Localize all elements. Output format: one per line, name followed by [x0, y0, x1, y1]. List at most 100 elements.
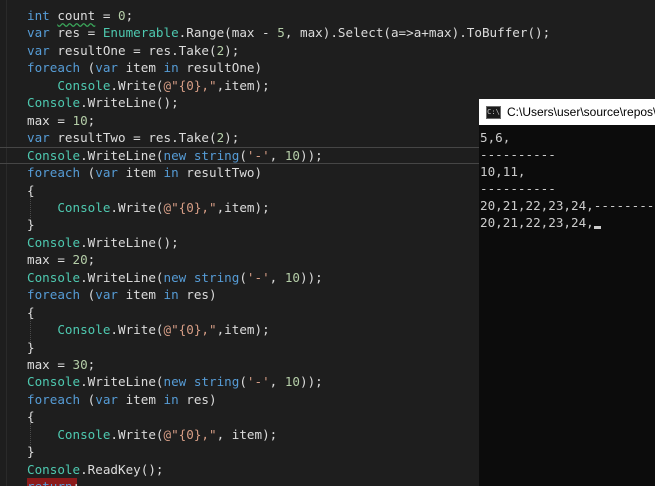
code-token: resultOne) — [178, 60, 263, 76]
code-line[interactable]: { — [27, 182, 35, 199]
code-token: ,item); — [216, 322, 270, 338]
code-token: .WriteLine( — [80, 269, 164, 285]
code-token: .WriteLine(); — [80, 95, 179, 111]
code-token: Console — [57, 77, 111, 93]
code-token: Console — [57, 322, 111, 338]
code-token: var — [95, 60, 118, 76]
code-line[interactable]: } — [27, 339, 35, 356]
code-line[interactable]: int count = 0; — [27, 7, 133, 24]
code-token: , — [269, 374, 285, 390]
code-token: var — [27, 130, 50, 146]
code-token: } — [27, 339, 35, 355]
code-line[interactable]: Console.WriteLine(new string('-', 10)); — [27, 269, 323, 286]
code-token: max = — [27, 357, 73, 372]
code-token: ); — [224, 42, 240, 58]
code-line[interactable]: Console.WriteLine(new string('-', 10)); — [27, 147, 323, 164]
code-token: res) — [178, 287, 217, 303]
code-token: '-' — [246, 374, 270, 390]
console-app-icon: C:\ — [486, 105, 501, 119]
console-output-line: ---------- — [480, 147, 556, 162]
code-token: var — [27, 25, 50, 41]
console-output-text: 20,21,22,23,24, — [480, 215, 594, 230]
code-token: Console — [27, 95, 81, 111]
code-token: string — [193, 374, 240, 390]
code-line[interactable]: Console.Write(@"{0},",item); — [27, 321, 270, 338]
code-token: item — [118, 165, 164, 181]
code-line[interactable]: { — [27, 408, 35, 425]
code-line[interactable]: var res = Enumerable.Range(max - 5, max)… — [27, 24, 550, 41]
code-line[interactable]: foreach (var item in resultOne) — [27, 59, 262, 76]
code-token: foreach — [27, 165, 81, 181]
console-window[interactable]: C:\ C:\Users\user\source\repos\ 5,6, ---… — [479, 99, 655, 486]
code-token: } — [27, 217, 35, 233]
editor-gutter — [0, 0, 7, 486]
code-token: ( — [80, 287, 96, 303]
code-line[interactable]: } — [27, 216, 35, 233]
code-line[interactable]: Console.ReadKey(); — [27, 461, 163, 478]
console-title: C:\Users\user\source\repos\ — [507, 105, 655, 119]
code-token: .WriteLine( — [80, 147, 164, 163]
code-token: string — [193, 269, 240, 285]
code-token: resultOne = res.Take( — [49, 42, 217, 58]
code-line[interactable]: Console.Write(@"{0},",item); — [27, 199, 269, 216]
code-line[interactable]: max = 10; — [27, 112, 95, 129]
code-token: foreach — [27, 287, 81, 303]
code-token: .Write( — [110, 199, 164, 215]
code-line[interactable]: foreach (var item in res) — [27, 391, 217, 408]
code-token: item — [118, 391, 164, 407]
code-token: .WriteLine( — [80, 374, 164, 390]
console-cursor — [593, 226, 601, 229]
code-token: foreach — [27, 391, 81, 407]
console-app-icon-label: C:\ — [487, 107, 500, 116]
code-token: ,item); — [216, 77, 270, 93]
code-token: ( — [239, 374, 247, 390]
code-token: Console — [27, 234, 81, 250]
code-token: var — [95, 287, 118, 303]
code-line[interactable]: { — [27, 304, 35, 321]
code-token: 10 — [284, 374, 301, 390]
code-token: var — [95, 165, 118, 181]
code-line[interactable]: var resultOne = res.Take(2); — [27, 42, 239, 59]
console-output-line: 5,6, — [480, 130, 511, 145]
code-token: ( — [239, 147, 247, 163]
code-token: item — [118, 60, 164, 76]
code-line[interactable]: Console.WriteLine(); — [27, 94, 179, 111]
code-token: ( — [80, 165, 96, 181]
code-line[interactable]: foreach (var item in resultTwo) — [27, 164, 262, 181]
code-token: , item); — [216, 426, 278, 442]
code-token: ; — [125, 8, 134, 23]
code-token: )); — [300, 147, 323, 163]
code-token: ; — [73, 479, 81, 486]
code-token: foreach — [27, 60, 81, 76]
code-line[interactable]: max = 20; — [27, 251, 95, 268]
code-token: )); — [300, 374, 323, 390]
console-output: 5,6, ---------- 10,11, ---------- 20,21,… — [479, 125, 655, 231]
console-output-line: ---------- — [480, 181, 556, 196]
code-token: Console — [27, 374, 81, 390]
code-line[interactable]: Console.WriteLine(); — [27, 234, 179, 251]
code-token: } — [27, 444, 35, 460]
code-line[interactable]: max = 30; — [27, 356, 95, 373]
code-line[interactable]: var resultTwo = res.Take(2); — [27, 129, 239, 146]
code-token: )); — [300, 269, 323, 285]
code-token: 10 — [284, 147, 301, 163]
code-token: int — [27, 8, 50, 23]
code-token: resultTwo = res.Take( — [49, 130, 217, 146]
code-token: , — [269, 147, 285, 163]
code-line[interactable]: return; — [27, 478, 80, 486]
code-token: ( — [80, 391, 96, 407]
code-token: res = — [49, 25, 103, 41]
code-token: Enumerable — [102, 25, 179, 41]
code-line[interactable]: } — [27, 443, 35, 460]
code-line[interactable]: foreach (var item in res) — [27, 286, 217, 303]
code-token: @"{0}," — [163, 322, 217, 338]
console-title-bar[interactable]: C:\ C:\Users\user\source\repos\ — [479, 99, 655, 125]
code-line[interactable]: Console.WriteLine(new string('-', 10)); — [27, 373, 323, 390]
code-line[interactable]: Console.Write(@"{0},", item); — [27, 426, 277, 443]
code-token: .Range(max - — [178, 25, 278, 41]
code-line[interactable]: Console.Write(@"{0},",item); — [27, 77, 270, 94]
